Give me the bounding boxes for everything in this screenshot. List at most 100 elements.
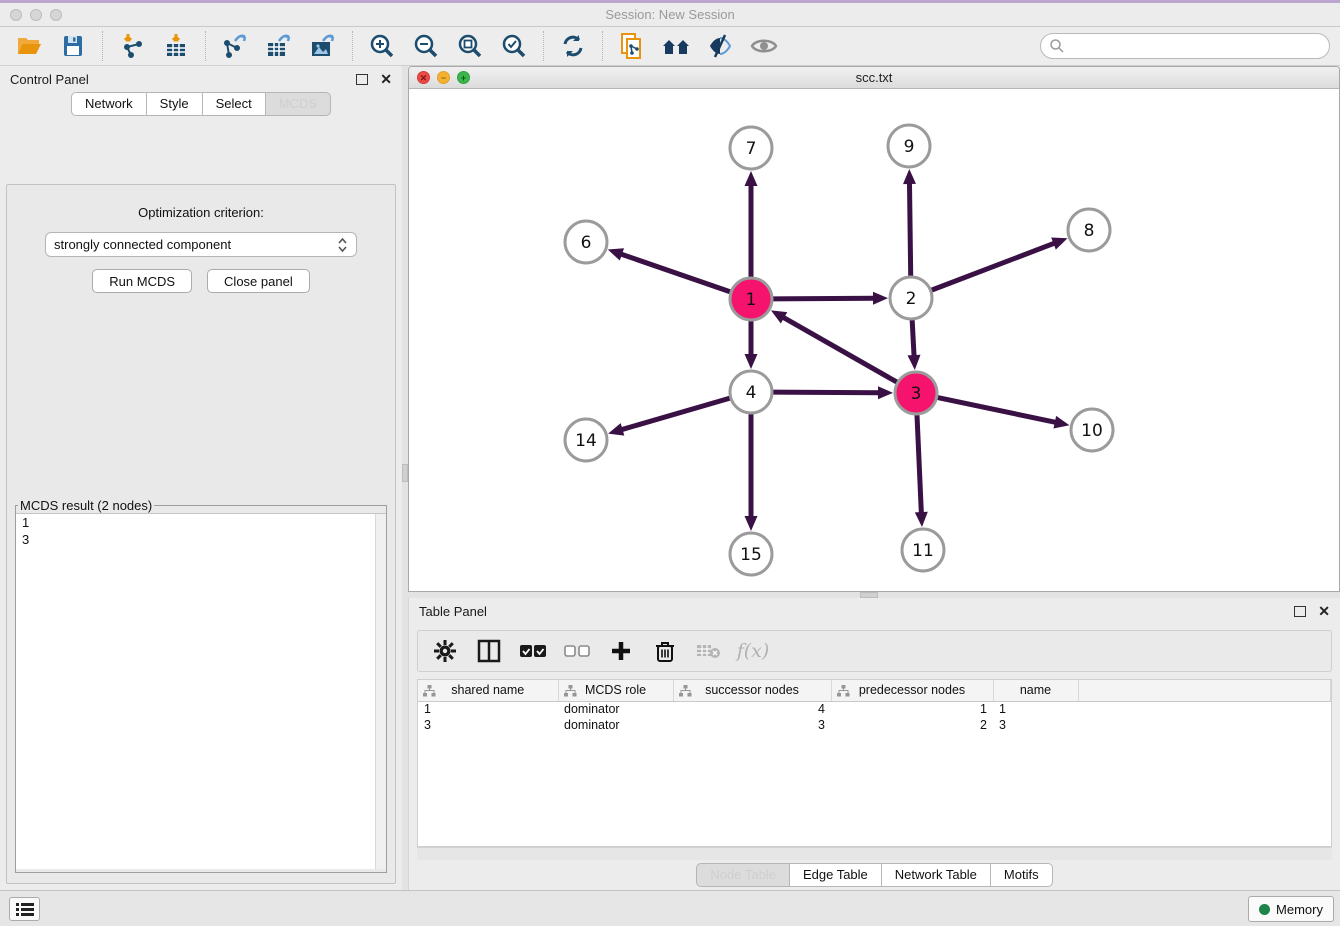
column-header-shared-name[interactable]: shared name	[418, 680, 558, 701]
hierarchy-icon	[564, 685, 577, 698]
column-header-successor-nodes[interactable]: successor nodes	[673, 680, 831, 701]
cell-shared_name[interactable]: 3	[418, 717, 558, 733]
tab-edge-table[interactable]: Edge Table	[789, 863, 882, 887]
result-line: 3	[16, 531, 386, 548]
tab-network-table[interactable]: Network Table	[881, 863, 991, 887]
gear-icon	[434, 640, 456, 662]
import-network-button[interactable]	[115, 31, 149, 61]
checked-boxes-icon	[520, 644, 546, 658]
run-mcds-button[interactable]: Run MCDS	[92, 269, 192, 293]
hierarchy-icon	[423, 685, 436, 698]
table-panel-title: Table Panel	[419, 604, 487, 619]
export-network-button[interactable]	[218, 31, 252, 61]
graph-edge-4-14[interactable]	[621, 398, 731, 430]
task-history-button[interactable]	[9, 897, 40, 921]
cell-successor[interactable]: 3	[673, 717, 831, 733]
edge-arrowhead	[1051, 237, 1067, 249]
cell-successor[interactable]: 4	[673, 701, 831, 717]
add-column-button[interactable]	[608, 638, 634, 664]
table-row[interactable]: 1dominator411	[418, 701, 1331, 717]
window-title: Session: New Session	[0, 7, 1340, 22]
graph-edge-1-6[interactable]	[620, 254, 731, 292]
zoom-selected-icon	[501, 33, 527, 59]
search-input[interactable]	[1065, 36, 1329, 56]
zoom-in-icon	[369, 33, 395, 59]
window-titlebar: Session: New Session	[0, 0, 1340, 27]
tab-mcds[interactable]: MCDS	[265, 92, 331, 116]
cell-mcds_role[interactable]: dominator	[558, 717, 673, 733]
float-panel-button[interactable]	[356, 74, 368, 85]
delete-table-icon	[696, 642, 722, 660]
graph-edge-2-3[interactable]	[912, 319, 914, 357]
column-header-predecessor-nodes[interactable]: predecessor nodes	[831, 680, 993, 701]
cell-name[interactable]: 3	[993, 717, 1078, 733]
import-network-icon	[119, 33, 145, 59]
result-scrollbar[interactable]	[375, 514, 386, 869]
cell-name[interactable]: 1	[993, 701, 1078, 717]
tab-select[interactable]: Select	[202, 92, 266, 116]
edge-arrowhead	[908, 355, 921, 370]
houses-button[interactable]	[659, 31, 693, 61]
network-window-title: scc.txt	[409, 70, 1339, 85]
splitter-grip[interactable]	[860, 592, 878, 598]
zoom-in-button[interactable]	[365, 31, 399, 61]
zoom-out-button[interactable]	[409, 31, 443, 61]
settings-gear-button[interactable]	[432, 638, 458, 664]
column-header-MCDS-role[interactable]: MCDS role	[558, 680, 673, 701]
tab-style[interactable]: Style	[146, 92, 203, 116]
network-canvas[interactable]: 1234678910111415	[409, 89, 1339, 591]
zoom-fit-button[interactable]	[453, 31, 487, 61]
eye-icon	[750, 35, 778, 57]
node-label-7: 7	[746, 139, 757, 159]
table-scroll-strip[interactable]	[417, 847, 1332, 860]
zoom-fit-icon	[457, 33, 483, 59]
unchecked-boxes-button[interactable]	[564, 638, 590, 664]
refresh-button[interactable]	[556, 31, 590, 61]
horizontal-splitter[interactable]	[408, 592, 1340, 598]
float-table-panel-button[interactable]	[1294, 606, 1306, 617]
close-table-panel-button[interactable]: ✕	[1318, 603, 1330, 620]
edge-arrowhead	[915, 512, 928, 527]
mcds-tab-content: Optimization criterion: strongly connect…	[6, 184, 396, 884]
column-header-name[interactable]: name	[993, 680, 1078, 701]
toggle-visibility-button[interactable]	[703, 31, 737, 61]
cell-mcds_role[interactable]: dominator	[558, 701, 673, 717]
open-folder-button[interactable]	[12, 31, 46, 61]
table-row[interactable]: 3dominator323	[418, 717, 1331, 733]
zoom-out-icon	[413, 33, 439, 59]
tab-motifs[interactable]: Motifs	[990, 863, 1053, 887]
toggle-visibility-icon	[707, 33, 733, 59]
tab-network[interactable]: Network	[71, 92, 147, 116]
mcds-result-title: MCDS result (2 nodes)	[18, 498, 154, 513]
split-columns-button[interactable]	[476, 638, 502, 664]
tab-node-table[interactable]: Node Table	[696, 863, 790, 887]
save-button[interactable]	[56, 31, 90, 61]
graph-edge-2-9[interactable]	[909, 182, 910, 277]
criterion-dropdown[interactable]: strongly connected component	[45, 232, 357, 257]
search-box	[1040, 33, 1330, 59]
memory-label: Memory	[1276, 902, 1323, 917]
graph-edge-3-10[interactable]	[937, 397, 1057, 422]
close-panel-button-inline[interactable]: Close panel	[207, 269, 310, 293]
graph-edge-4-3[interactable]	[772, 392, 880, 393]
graph-edge-3-1[interactable]	[782, 317, 897, 383]
mcds-result-list[interactable]: 13	[16, 513, 386, 869]
node-label-6: 6	[581, 233, 592, 253]
export-table-button[interactable]	[262, 31, 296, 61]
graph-edge-3-11[interactable]	[917, 414, 921, 514]
graph-edge-2-8[interactable]	[931, 243, 1056, 291]
zoom-selected-button[interactable]	[497, 31, 531, 61]
graph-edge-1-2[interactable]	[772, 298, 875, 299]
node-label-11: 11	[912, 541, 934, 561]
close-panel-button[interactable]: ✕	[380, 71, 392, 88]
eye-button[interactable]	[747, 31, 781, 61]
cell-shared_name[interactable]: 1	[418, 701, 558, 717]
memory-button[interactable]: Memory	[1248, 896, 1334, 922]
export-image-button[interactable]	[306, 31, 340, 61]
copy-network-button[interactable]	[615, 31, 649, 61]
cell-predecessor[interactable]: 1	[831, 701, 993, 717]
import-table-button[interactable]	[159, 31, 193, 61]
checked-boxes-button[interactable]	[520, 638, 546, 664]
cell-predecessor[interactable]: 2	[831, 717, 993, 733]
delete-column-button[interactable]	[652, 638, 678, 664]
